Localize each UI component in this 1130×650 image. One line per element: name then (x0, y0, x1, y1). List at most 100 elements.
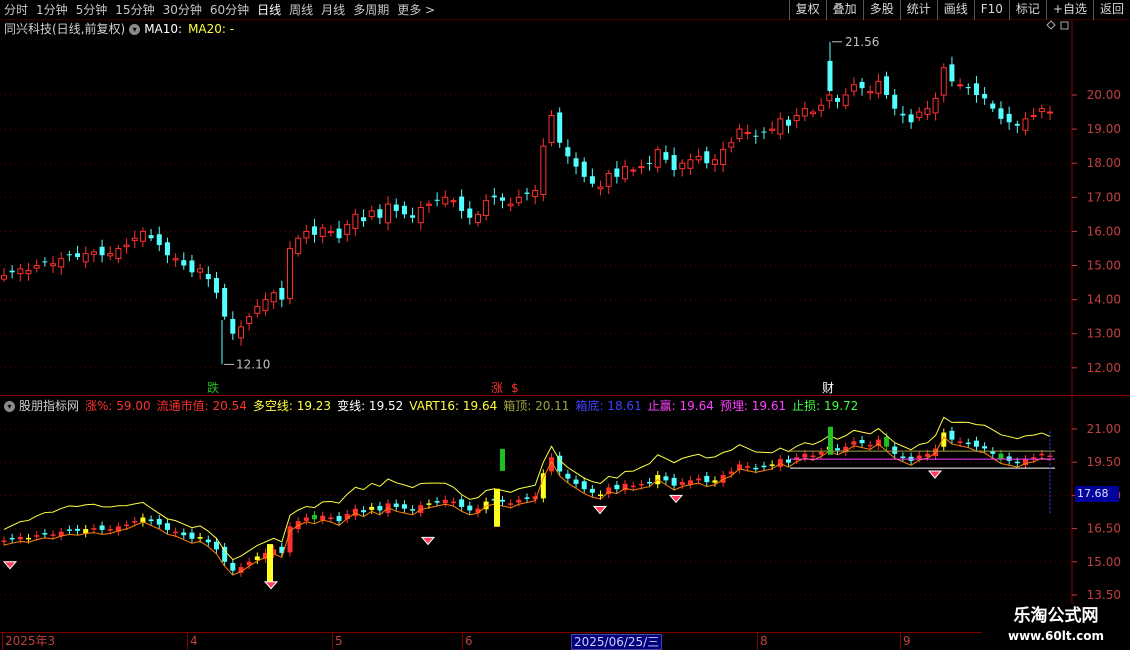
candle-body (417, 207, 424, 224)
candle (924, 100, 931, 120)
candle-body (164, 242, 170, 256)
candle (459, 189, 465, 219)
candle-body (990, 103, 996, 109)
tool-button[interactable]: 叠加 (825, 0, 863, 20)
candle-body (434, 199, 440, 201)
tool-button[interactable]: 返回 (1092, 0, 1130, 20)
candle (753, 129, 759, 144)
tool-button[interactable]: 标记 (1008, 0, 1046, 20)
candle (597, 180, 604, 196)
candle (507, 197, 514, 212)
candle (75, 245, 81, 260)
candle (33, 259, 40, 273)
candle (810, 109, 817, 118)
ind-candle-body (671, 477, 677, 486)
tool-button[interactable]: 统计 (899, 0, 937, 20)
candle (728, 137, 735, 153)
ind-candle-body (213, 541, 219, 550)
candle (867, 85, 874, 101)
kline-chart[interactable]: 20.00 19.00 18.00 17.00 16.00 15.00 14.00 13.00… (0, 20, 1130, 396)
period-tab[interactable]: 日线 (253, 0, 285, 20)
indicator-settings-icon[interactable]: ▾ (4, 400, 15, 412)
indicator-value: 箱顶: 20.11 (503, 399, 570, 413)
candle-body (965, 87, 971, 89)
candle-body (924, 108, 931, 115)
ind-candle-body (589, 488, 595, 493)
ind-candle-body (475, 508, 481, 513)
candle (949, 56, 955, 87)
indicator-value: 预埋: 19.61 (719, 399, 787, 413)
period-tab[interactable]: 30分钟 (159, 0, 206, 20)
candle (213, 271, 219, 299)
period-tab[interactable]: 5分钟 (72, 0, 112, 20)
tool-button[interactable]: 画线 (936, 0, 974, 20)
indicator-chart[interactable]: 21.0019.5018.0016.5015.0013.50 (0, 396, 1130, 632)
candle (312, 218, 318, 243)
candle-body (540, 145, 547, 195)
candle-body (42, 261, 48, 263)
period-tab[interactable]: 月线 (317, 0, 349, 20)
ind-candle-body (426, 503, 432, 505)
period-tab[interactable]: 分时 (0, 0, 32, 20)
period-tab[interactable]: 60分钟 (206, 0, 253, 20)
candle-body (810, 111, 817, 115)
ind-candle-body (66, 529, 72, 531)
settings-icon[interactable]: ▾ (129, 23, 141, 35)
period-tab[interactable]: 15分钟 (111, 0, 158, 20)
candle (246, 313, 253, 331)
candle (1047, 105, 1053, 121)
price-tick-label: 12.00 (1087, 361, 1121, 375)
candle-body (818, 104, 825, 111)
ind-candle-body (303, 517, 309, 521)
candle-body (17, 268, 24, 275)
ind-candle-body (704, 475, 710, 483)
period-tab[interactable]: 更多 > (393, 0, 439, 20)
candle-body (385, 203, 392, 224)
candle-body (352, 213, 359, 229)
period-tab[interactable]: 周线 (285, 0, 317, 20)
candle (417, 201, 424, 231)
candle (131, 230, 138, 249)
candle (835, 94, 841, 109)
tool-button[interactable]: 复权 (788, 0, 826, 20)
indicator-value: 止损: 19.72 (792, 399, 859, 413)
period-tab[interactable]: 1分钟 (32, 0, 72, 20)
candle (614, 161, 620, 184)
candle (491, 188, 497, 205)
candle (589, 168, 595, 188)
time-label: 5 (332, 633, 343, 650)
candle-body (425, 203, 432, 206)
candle (425, 200, 432, 214)
ind-candle-body (222, 546, 228, 562)
candle-body (499, 197, 505, 201)
candle (82, 246, 89, 268)
ind-candle-body (614, 484, 620, 490)
candle (1022, 112, 1029, 136)
tool-button[interactable]: +自选 (1045, 0, 1093, 20)
ind-candle-body (516, 499, 522, 503)
tool-button[interactable]: 多股 (862, 0, 900, 20)
ind-tick-label: 15.00 (1087, 555, 1121, 569)
indicator-name[interactable]: 股朋指标网 (19, 398, 79, 414)
indicator-value: VART16: 19.64 (409, 399, 498, 413)
ind-candle-body (148, 519, 154, 522)
period-tab[interactable]: 多周期 (349, 0, 393, 20)
candle (515, 189, 522, 207)
candle (450, 197, 457, 208)
candle (850, 77, 857, 97)
candle-body (654, 149, 661, 168)
candle (115, 245, 122, 264)
candle (679, 159, 686, 177)
ind-candle-body (181, 532, 187, 536)
ind-candle-body (508, 503, 514, 505)
indicator-value: 流通市值: 20.54 (156, 399, 247, 413)
candle-body (728, 142, 735, 148)
candle (58, 252, 65, 275)
candle-body (957, 84, 964, 87)
candle (884, 71, 890, 99)
price-tick-label: 18.00 (1087, 156, 1121, 170)
candle (998, 101, 1004, 125)
tool-button[interactable]: F10 (973, 0, 1009, 20)
candle-body (589, 176, 595, 184)
candle-body (82, 253, 89, 263)
